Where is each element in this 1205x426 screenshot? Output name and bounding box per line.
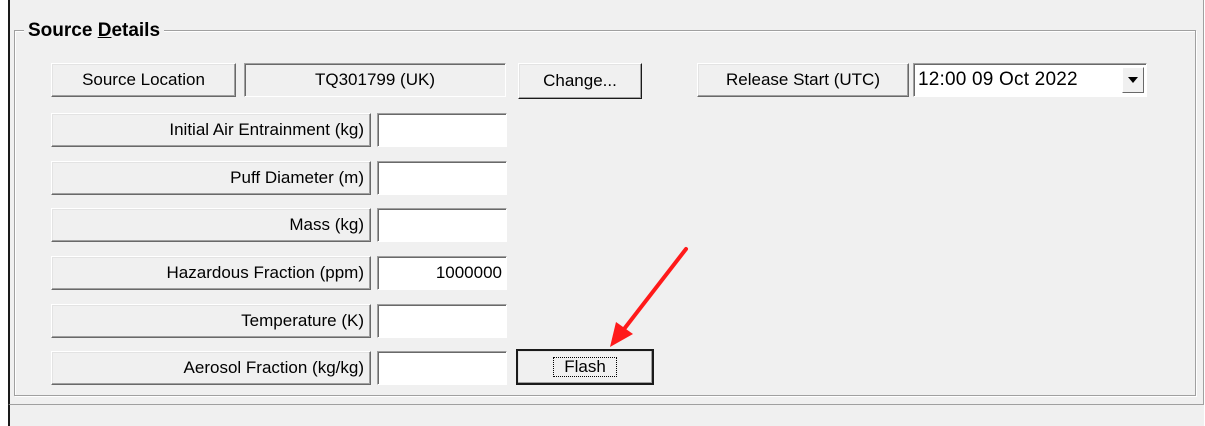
release-start-combo[interactable]: 12:00 09 Oct 2022	[913, 63, 1147, 97]
initial-air-entrainment-label[interactable]: Initial Air Entrainment (kg)	[51, 113, 371, 147]
temperature-label[interactable]: Temperature (K)	[51, 304, 371, 338]
release-start-value: 12:00 09 Oct 2022	[918, 69, 1078, 90]
mass-label[interactable]: Mass (kg)	[51, 208, 371, 242]
source-location-value: TQ301799 (UK)	[244, 63, 506, 97]
mass-input[interactable]	[377, 208, 507, 242]
release-start-label[interactable]: Release Start (UTC)	[697, 63, 909, 97]
puff-diameter-input[interactable]	[377, 161, 507, 195]
group-title: Source Details	[24, 20, 165, 41]
puff-diameter-label[interactable]: Puff Diameter (m)	[51, 161, 371, 195]
group-title-accelerator: D	[97, 20, 112, 41]
change-location-button[interactable]: Change...	[518, 63, 642, 99]
initial-air-entrainment-input[interactable]	[377, 113, 507, 147]
group-title-prefix: Source	[28, 20, 98, 41]
source-location-label[interactable]: Source Location	[51, 63, 236, 97]
group-title-suffix: etails	[111, 20, 161, 41]
hazardous-fraction-input[interactable]: 1000000	[377, 256, 507, 290]
dialog-footer-strip	[8, 404, 1204, 426]
flash-button-label: Flash	[553, 357, 617, 377]
chevron-down-icon[interactable]	[1122, 67, 1144, 93]
flash-button[interactable]: Flash	[516, 349, 654, 385]
hazardous-fraction-label[interactable]: Hazardous Fraction (ppm)	[51, 256, 371, 290]
aerosol-fraction-input[interactable]	[377, 351, 507, 385]
temperature-input[interactable]	[377, 304, 507, 338]
aerosol-fraction-label[interactable]: Aerosol Fraction (kg/kg)	[51, 351, 371, 385]
